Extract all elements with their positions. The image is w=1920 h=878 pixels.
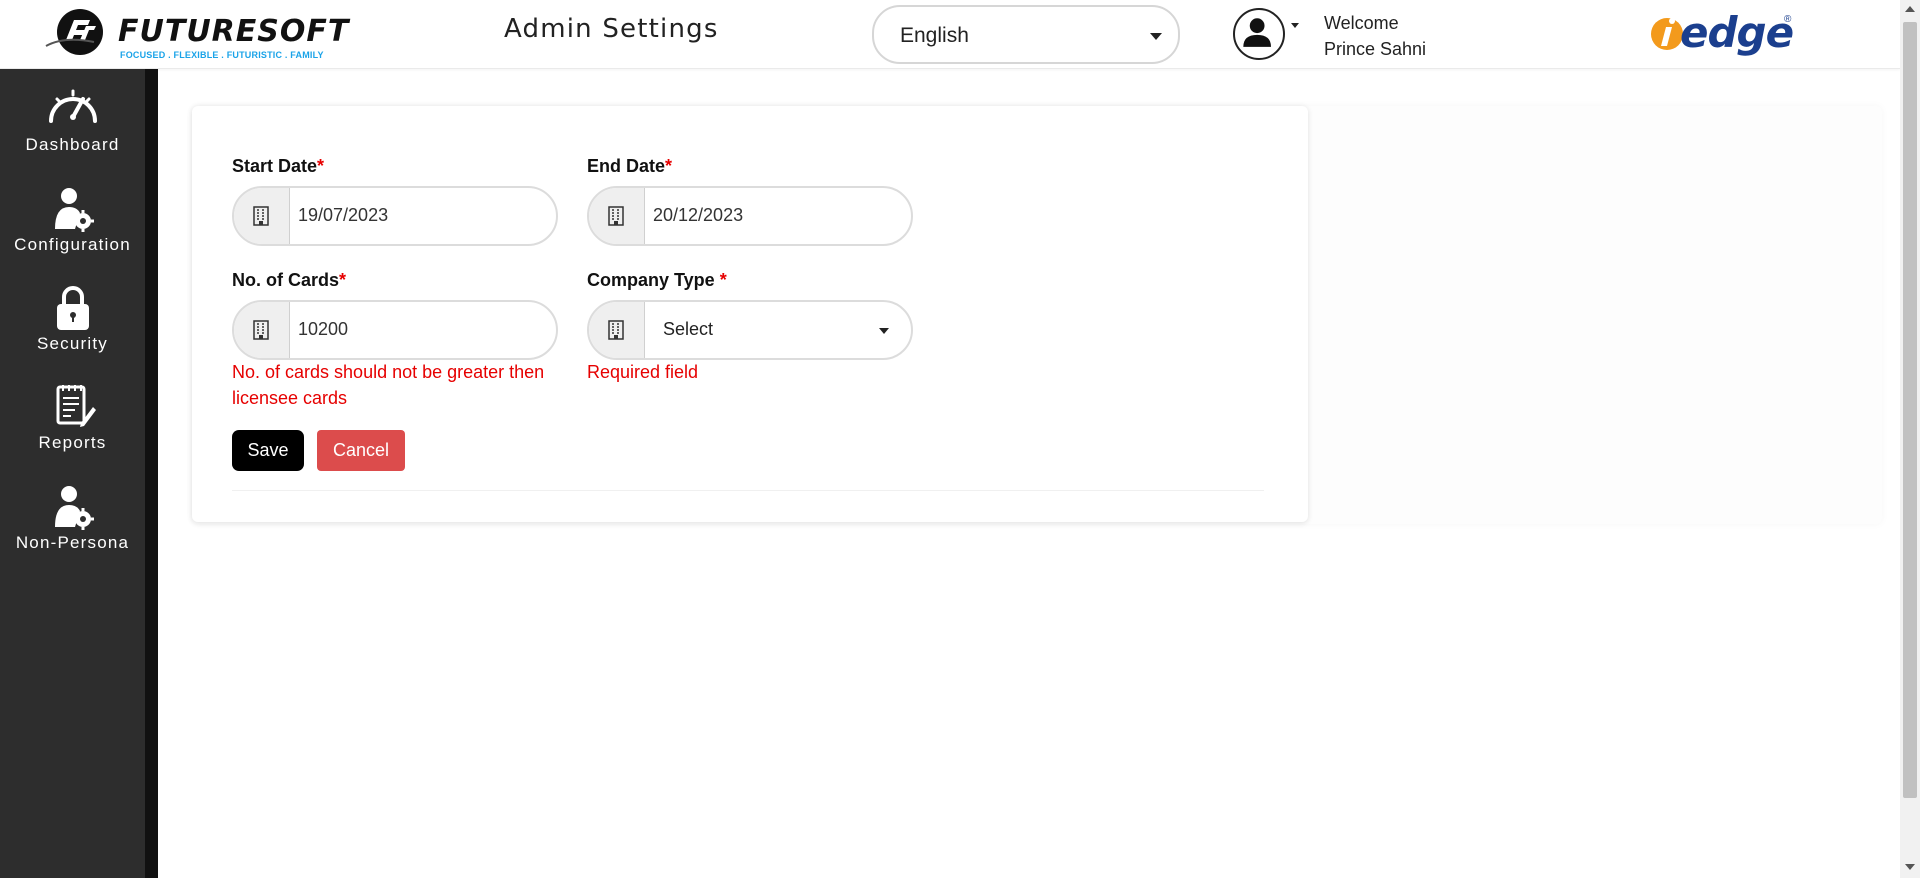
company-type-addon — [589, 302, 645, 358]
sidebar-item-configuration[interactable]: Configuration — [0, 185, 145, 277]
chevron-down-icon — [1150, 33, 1162, 40]
sidebar-item-label: Dashboard — [25, 135, 120, 154]
logo-wordmark: FUTURESOFT — [118, 14, 350, 49]
sidebar-item-dashboard[interactable]: Dashboard — [0, 85, 145, 177]
required-mark: * — [665, 156, 673, 176]
dashboard-gauge-icon — [48, 89, 97, 123]
sidebar: Dashboard Configuration Security Reports — [0, 69, 145, 878]
futuresoft-logo[interactable]: FUTURESOFT FOCUSED . FLEXIBLE . FUTURIST… — [44, 6, 348, 64]
registered-mark: ® — [1784, 14, 1792, 25]
page-title: Admin Settings — [504, 14, 719, 44]
cards-error-message: No. of cards should not be greater then … — [232, 359, 544, 411]
welcome-block: Welcome Prince Sahni — [1324, 10, 1426, 62]
end-date-addon — [589, 188, 645, 244]
logo-tagline: FOCUSED . FLEXIBLE . FUTURISTIC . FAMILY — [120, 50, 324, 60]
building-icon — [608, 206, 624, 226]
language-select-value: English — [900, 24, 969, 47]
company-type-select[interactable]: Select — [587, 300, 913, 360]
futuresoft-logo-mark-icon — [45, 9, 103, 55]
scroll-down-arrow-icon[interactable] — [1905, 864, 1915, 870]
end-date-field[interactable]: 20/12/2023 — [587, 186, 913, 246]
iedge-logo: edge ® — [1648, 8, 1796, 62]
end-date-label: End Date* — [587, 156, 672, 177]
sidebar-item-reports[interactable]: Reports — [0, 383, 145, 475]
scrollbar-thumb[interactable] — [1903, 22, 1917, 798]
cards-addon — [234, 302, 290, 358]
required-mark: * — [719, 270, 727, 290]
building-icon — [253, 320, 269, 340]
company-type-label-text: Company Type — [587, 270, 720, 290]
required-mark: * — [317, 156, 325, 176]
iedge-wordmark: edge — [1680, 8, 1794, 57]
scroll-up-arrow-icon[interactable] — [1905, 6, 1915, 12]
sidebar-item-label: Reports — [38, 433, 107, 452]
cards-error-line: No. of cards should not be greater then — [232, 362, 545, 382]
company-type-label: Company Type * — [587, 270, 727, 291]
vertical-scrollbar[interactable] — [1900, 0, 1920, 878]
save-button[interactable]: Save — [232, 430, 304, 471]
company-type-error-message: Required field — [587, 362, 699, 382]
divider — [232, 490, 1264, 491]
cards-label-text: No. of Cards — [232, 270, 340, 290]
language-select[interactable]: English — [872, 5, 1180, 64]
cards-error-line: licensee cards — [232, 388, 348, 408]
sidebar-item-security[interactable]: Security — [0, 284, 145, 376]
start-date-label-text: Start Date — [232, 156, 318, 176]
chevron-down-icon — [879, 328, 889, 334]
welcome-label: Welcome — [1324, 13, 1399, 33]
end-date-label-text: End Date — [587, 156, 666, 176]
user-avatar-icon — [1243, 18, 1271, 47]
sidebar-item-label: Configuration — [14, 235, 131, 254]
start-date-label: Start Date* — [232, 156, 324, 177]
user-avatar[interactable] — [1233, 8, 1285, 60]
sidebar-edge — [145, 69, 158, 878]
end-date-value: 20/12/2023 — [653, 205, 744, 225]
building-icon — [608, 320, 624, 340]
start-date-value: 19/07/2023 — [298, 205, 389, 225]
lock-icon — [56, 286, 89, 330]
building-icon — [253, 206, 269, 226]
top-header: FUTURESOFT FOCUSED . FLEXIBLE . FUTURIST… — [0, 0, 1900, 69]
sidebar-item-label: Security — [36, 334, 108, 353]
report-edit-icon — [56, 385, 96, 427]
cards-value: 10200 — [298, 319, 349, 339]
user-name: Prince Sahni — [1324, 39, 1427, 59]
required-mark: * — [339, 270, 347, 290]
user-menu-caret-icon[interactable] — [1291, 23, 1299, 28]
cards-label: No. of Cards* — [232, 270, 346, 291]
user-gear-icon — [54, 486, 94, 530]
cancel-button[interactable]: Cancel — [317, 430, 405, 471]
start-date-addon — [234, 188, 290, 244]
sidebar-item-non-persona[interactable]: Non-Persona — [0, 483, 145, 575]
user-gear-icon — [54, 188, 94, 232]
start-date-field[interactable]: 19/07/2023 — [232, 186, 558, 246]
sidebar-item-label: Non-Persona — [15, 533, 130, 552]
company-type-value: Select — [663, 319, 714, 339]
cards-input[interactable]: 10200 — [232, 300, 558, 360]
